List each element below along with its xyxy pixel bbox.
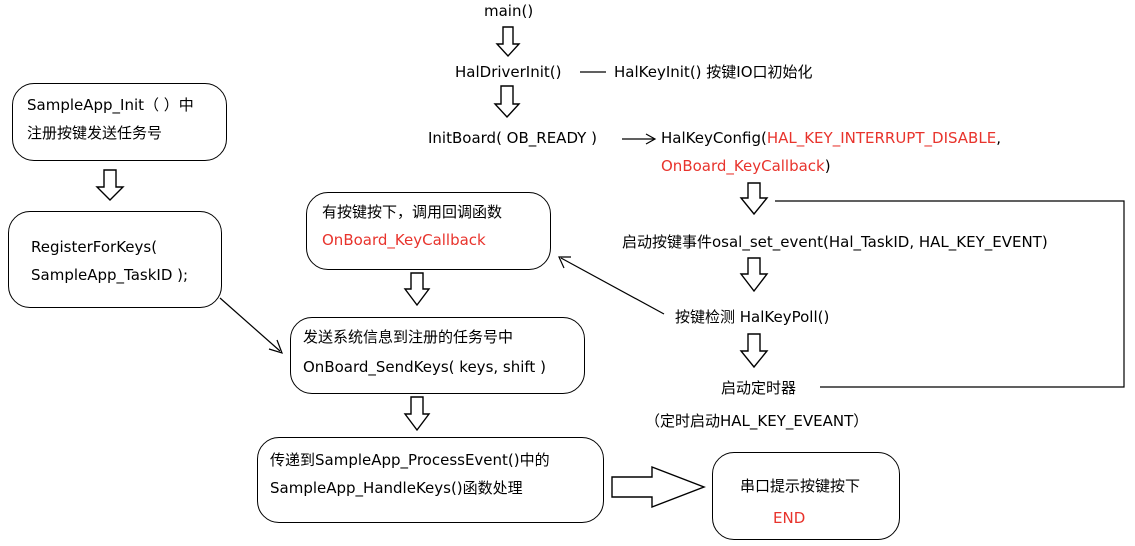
end-line2: END [773,509,806,527]
hal-key-init-label: HalKeyInit() 按键IO口初始化 [614,63,813,81]
arrow-poll-to-callback [560,257,665,315]
hal-key-config-close: ) [824,157,831,175]
register-line2: SampleApp_TaskID ); [31,266,189,284]
arrow-register-to-sendkeys [219,297,281,352]
send-keys-line1: 发送系统信息到注册的任务号中 [303,328,514,346]
register-line1: RegisterForKeys( [31,238,158,256]
block-arrow-main-to-driver [495,26,521,58]
callback-line1: 有按键按下，调用回调函数 [322,203,503,221]
send-keys-line2: OnBoard_SendKeys( keys, shift ) [303,358,546,376]
start-key-event-label: 启动按键事件osal_set_event(Hal_TaskID, HAL_KEY… [622,233,1048,251]
main-label: main() [484,2,534,20]
block-arrow-driver-to-initboard [493,85,521,119]
timer-loop-line [775,200,1125,388]
hal-key-config-comma: , [996,129,1001,147]
process-line2: SampleApp_HandleKeys()函数处理 [270,479,523,497]
key-poll-label: 按键检测 HalKeyPoll() [675,308,830,326]
hal-key-config-arg2: OnBoard_KeyCallback [661,157,825,175]
box-register-for-keys [8,211,222,308]
box-end [712,452,900,540]
hal-key-config-arg1: HAL_KEY_INTERRUPT_DISABLE [766,129,997,147]
block-arrow-init-to-register [95,169,125,201]
callback-line2: OnBoard_KeyCallback [322,231,486,249]
hal-key-config-line1: HalKeyConfig(HAL_KEY_INTERRUPT_DISABLE, [661,128,1001,148]
start-timer-label: 启动定时器 [721,379,797,397]
block-arrow-sendkeys-to-process [403,396,431,432]
sample-init-line2: 注册按键发送任务号 [27,124,163,142]
hal-key-config-prefix: HalKeyConfig( [661,129,767,147]
sample-init-line1: SampleApp_Init（ ）中 [27,96,194,114]
process-line1: 传递到SampleApp_ProcessEvent()中的 [270,451,550,469]
block-arrow-process-to-end [611,465,706,509]
end-line1: 串口提示按键按下 [740,477,861,495]
init-board-label: InitBoard( OB_READY ) [428,129,597,147]
hal-key-config-line2: OnBoard_KeyCallback) [661,156,831,176]
block-arrow-poll-to-timer [739,333,769,369]
timer-note-label: （定时启动HAL_KEY_EVEANT） [645,412,869,430]
block-arrow-config-to-event [739,182,769,216]
block-arrow-event-to-poll [739,257,769,293]
block-arrow-callback-to-sendkeys [403,272,431,307]
hal-driver-init-label: HalDriverInit() [455,63,562,81]
